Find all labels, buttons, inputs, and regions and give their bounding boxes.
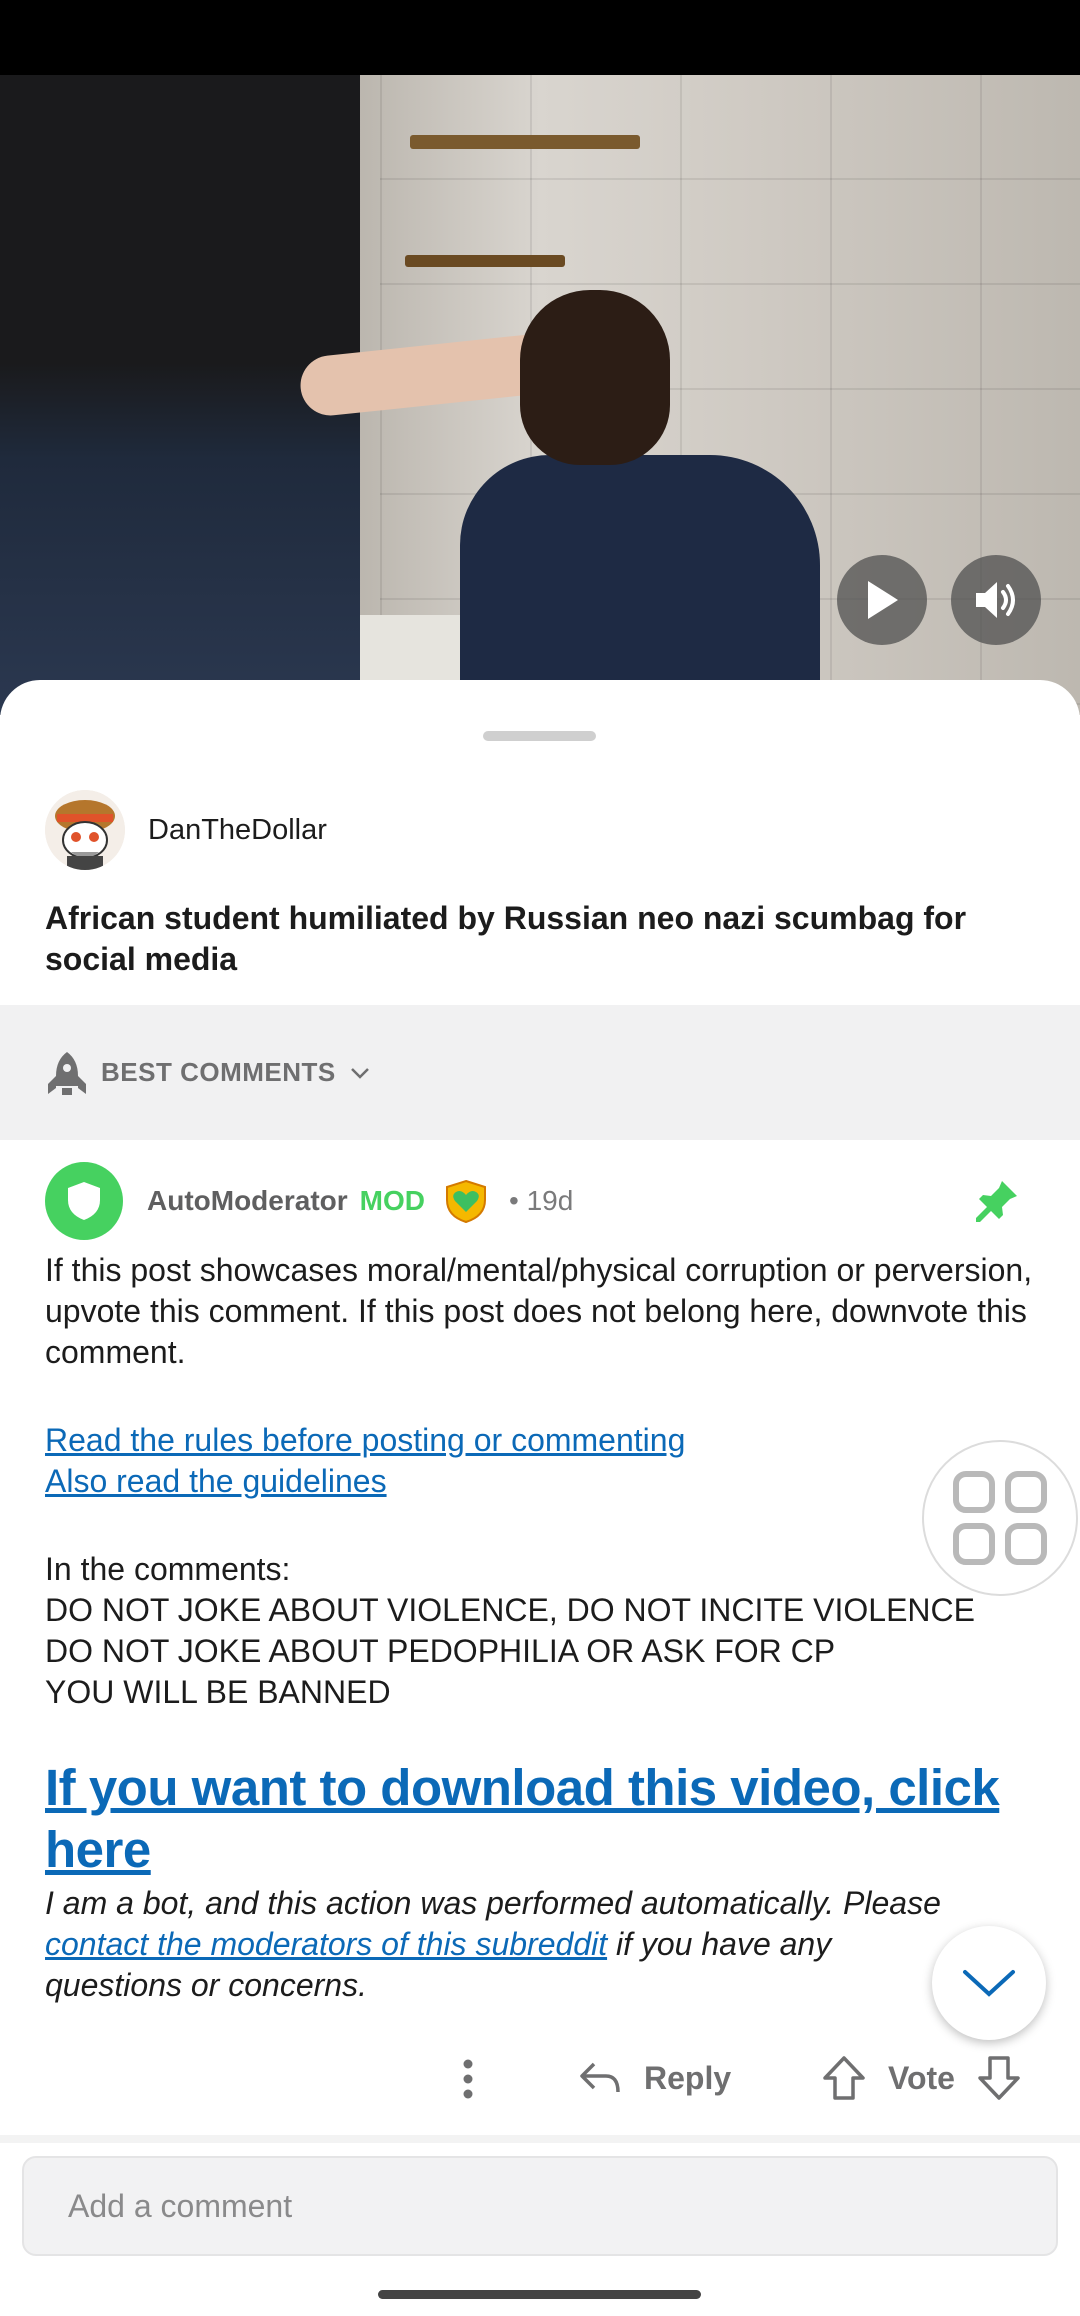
video-player[interactable]: [0, 75, 1080, 715]
comment-sort-selector[interactable]: BEST COMMENTS: [0, 1005, 1080, 1140]
comment-rule: DO NOT JOKE ABOUT VIOLENCE, DO NOT INCIT…: [45, 1592, 975, 1628]
contact-moderators-link[interactable]: contact the moderators of this subreddit: [45, 1926, 607, 1962]
post-title: African student humiliated by Russian ne…: [45, 900, 967, 977]
divider: [0, 2135, 1080, 2143]
quick-actions-button[interactable]: [922, 1440, 1078, 1596]
chevron-down-icon: [963, 1970, 1015, 1997]
vote-label: Vote: [888, 2059, 955, 2096]
add-comment-input[interactable]: Add a comment: [22, 2156, 1058, 2256]
downvote-icon[interactable]: [977, 2055, 1021, 2101]
chevron-down-icon: [350, 1067, 369, 1079]
sheet-drag-handle[interactable]: [483, 731, 596, 741]
volume-icon: [976, 582, 1015, 618]
comment-age: • 19d: [508, 1185, 574, 1216]
video-shelf-lower: [405, 255, 565, 267]
more-vertical-icon: [463, 2059, 473, 2099]
more-options-button[interactable]: [448, 2054, 488, 2104]
comment-rule: DO NOT JOKE ABOUT PEDOPHILIA OR ASK FOR …: [45, 1633, 836, 1669]
vote-controls: Vote: [822, 2048, 1021, 2108]
post-author-row[interactable]: DanTheDollar: [45, 790, 327, 870]
comment-body: If this post showcases moral/mental/phys…: [45, 1250, 1045, 2006]
play-button[interactable]: [837, 555, 927, 645]
mod-badge: MOD: [359, 1185, 425, 1216]
add-comment-placeholder: Add a comment: [68, 2187, 293, 2224]
avatar[interactable]: [45, 1162, 123, 1240]
video-head: [520, 290, 670, 465]
status-bar: [0, 0, 1080, 75]
rocket-icon: [48, 1051, 86, 1095]
comment-rules-intro: In the comments:: [45, 1551, 291, 1587]
video-shelf: [410, 135, 640, 149]
comment-header: AutoModerator MOD • 19d: [45, 1162, 1035, 1240]
pin-icon: [976, 1181, 1017, 1222]
video-seated-person: [460, 455, 820, 715]
guidelines-link[interactable]: Also read the guidelines: [45, 1463, 387, 1499]
rules-link[interactable]: Read the rules before posting or comment…: [45, 1422, 685, 1458]
post-author-name[interactable]: DanTheDollar: [148, 814, 327, 847]
download-video-link[interactable]: If you want to download this video, clic…: [45, 1759, 1000, 1878]
reply-label: Reply: [644, 2059, 732, 2096]
home-indicator[interactable]: [378, 2290, 701, 2299]
avatar[interactable]: [45, 790, 125, 870]
volume-button[interactable]: [951, 555, 1041, 645]
comment-rule: YOU WILL BE BANNED: [45, 1674, 391, 1710]
grid-icon: [953, 1471, 1047, 1565]
comment-paragraph: If this post showcases moral/mental/phys…: [45, 1252, 1033, 1370]
comment-action-bar: Reply Vote: [0, 2040, 1080, 2115]
reply-icon: [580, 2062, 620, 2093]
heart-shield-award-icon: [445, 1179, 486, 1224]
upvote-icon[interactable]: [822, 2055, 866, 2101]
bot-note-please: Please: [843, 1885, 941, 1921]
shield-icon: [68, 1182, 100, 1220]
bot-note: I am a bot, and this action was performe…: [45, 1885, 835, 1921]
collapse-comment-button[interactable]: [932, 1926, 1046, 2040]
reply-button[interactable]: Reply: [578, 2048, 731, 2108]
sort-label: BEST COMMENTS: [101, 1057, 336, 1087]
play-icon: [868, 581, 898, 619]
comment-author-name[interactable]: AutoModerator: [147, 1185, 348, 1217]
snoo-avatar-icon: [45, 790, 125, 870]
